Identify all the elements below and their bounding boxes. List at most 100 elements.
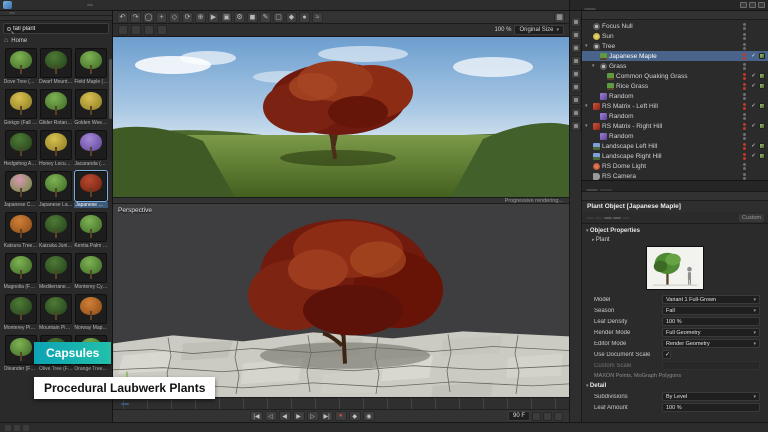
asset-filter-tab[interactable]	[30, 12, 36, 14]
material-tag-icon[interactable]	[759, 143, 765, 149]
transport-button[interactable]: ◀	[279, 411, 291, 421]
toolbar-button[interactable]: ≈	[312, 12, 323, 23]
toolbar-button[interactable]: ✎	[260, 12, 271, 23]
asset-thumbnail[interactable]	[5, 212, 37, 242]
toolbar-button[interactable]: ▣	[221, 12, 232, 23]
object-row[interactable]: RS Matrix - Left Hill	[582, 101, 768, 111]
asset-thumbnail[interactable]	[40, 294, 72, 324]
visibility-dots[interactable]	[743, 103, 746, 110]
transport-button[interactable]: ▷	[307, 411, 319, 421]
asset-filter-tab[interactable]	[9, 17, 15, 19]
mode-button[interactable]	[571, 108, 581, 118]
object-row[interactable]: Sun	[582, 31, 768, 41]
mode-button[interactable]	[571, 82, 581, 92]
custom-button[interactable]: Custom	[739, 214, 764, 222]
object-row[interactable]: Common Quaking Grass	[582, 71, 768, 81]
visibility-dots[interactable]	[743, 163, 746, 170]
mode-button[interactable]	[571, 56, 581, 66]
object-row[interactable]: RS Matrix - Right Hill	[582, 121, 768, 131]
object-row[interactable]: Rice Grass	[582, 81, 768, 91]
object-row[interactable]: Landscape Right Hill	[582, 151, 768, 161]
field-widget[interactable]: 100 %	[662, 317, 760, 326]
asset-item[interactable]: Monterey Pine (Fall Plant)	[4, 294, 37, 331]
field-widget[interactable]	[662, 350, 671, 359]
asset-thumbnail[interactable]	[5, 171, 37, 201]
render-region-icon[interactable]	[157, 25, 167, 35]
visibility-dots[interactable]	[743, 113, 746, 120]
asset-item[interactable]: Kentia Palm (Fall Plant)	[75, 212, 108, 249]
attribute-tab[interactable]	[600, 189, 612, 191]
toolbar-button[interactable]: ◯	[143, 12, 154, 23]
breadcrumb-label[interactable]: Home	[11, 38, 27, 44]
asset-item[interactable]: Honey Locust 'Sunburst' (Fall Plant)	[39, 130, 72, 167]
field-widget[interactable]: Variant 1 Full-Grown	[662, 295, 760, 304]
toolbar-button[interactable]: ◇	[169, 12, 180, 23]
asset-filter-tab[interactable]	[2, 17, 8, 19]
mode-button[interactable]	[571, 121, 581, 131]
record-position-icon[interactable]	[532, 412, 541, 421]
field-widget[interactable]: Fall	[662, 306, 760, 315]
asset-thumbnail[interactable]	[5, 89, 37, 119]
asset-item[interactable]: Norway Maple (Fall Plant)	[75, 294, 108, 331]
transport-button[interactable]: ◆	[349, 411, 361, 421]
visibility-dots[interactable]	[743, 93, 746, 100]
section-object-properties[interactable]: Object Properties	[586, 226, 764, 236]
field-widget[interactable]	[662, 361, 760, 370]
visibility-dots[interactable]	[743, 133, 746, 140]
mode-button[interactable]	[571, 95, 581, 105]
asset-item[interactable]: Japanese Camellia (Fall Plant)	[4, 171, 37, 208]
asset-thumbnail[interactable]	[75, 253, 107, 283]
expand-arrow-icon[interactable]	[592, 63, 598, 69]
asset-item[interactable]: Dwarf Mountain Pine (Fall Plant)	[39, 48, 72, 85]
viewport-label[interactable]: Perspective	[118, 207, 152, 214]
menu-item[interactable]	[123, 4, 129, 6]
transport-button[interactable]: ●	[335, 411, 347, 421]
asset-thumbnail[interactable]	[75, 294, 107, 324]
transport-button[interactable]: ▶	[293, 411, 305, 421]
mode-button[interactable]	[571, 17, 581, 27]
asset-item[interactable]: Jacaranda (Fall Plant)	[75, 130, 108, 167]
object-row[interactable]: Focus Null	[582, 21, 768, 31]
render-start-icon[interactable]	[118, 25, 128, 35]
toolbar-button[interactable]: ▢	[273, 12, 284, 23]
asset-filter-tab[interactable]	[37, 12, 43, 14]
plant-preview[interactable]	[646, 246, 704, 290]
enabled-check-icon[interactable]	[750, 103, 757, 109]
panel-divider[interactable]: Progressive rendering...	[113, 197, 569, 204]
mode-button[interactable]	[571, 69, 581, 79]
attribute-menu-item[interactable]	[596, 195, 602, 197]
visibility-dots[interactable]	[743, 73, 746, 80]
property-tab[interactable]	[613, 217, 621, 219]
render-aov-icon[interactable]	[144, 25, 154, 35]
asset-thumbnail[interactable]	[5, 294, 37, 324]
toolbar-button[interactable]: ↷	[130, 12, 141, 23]
object-row[interactable]: Random	[582, 111, 768, 121]
asset-item[interactable]: Japanese Maple (Fall Plant)	[75, 171, 108, 208]
attribute-tab[interactable]	[586, 189, 598, 191]
end-frame-field[interactable]: 90 F	[508, 411, 530, 421]
expand-arrow-icon[interactable]	[585, 103, 591, 109]
asset-thumbnail[interactable]	[75, 212, 107, 242]
mode-button[interactable]	[571, 43, 581, 53]
record-scale-icon[interactable]	[543, 412, 552, 421]
asset-thumbnail[interactable]	[40, 253, 72, 283]
asset-thumbnail[interactable]	[40, 48, 72, 78]
toolbar-button[interactable]: ↶	[117, 12, 128, 23]
plant-group-label[interactable]: Plant	[586, 236, 764, 244]
visibility-dots[interactable]	[743, 143, 746, 150]
object-row[interactable]: Japanese Maple	[582, 51, 768, 61]
visibility-dots[interactable]	[743, 153, 746, 160]
expand-arrow-icon[interactable]	[585, 43, 591, 49]
object-row[interactable]: Landscape Left Hill	[582, 141, 768, 151]
property-tab[interactable]	[622, 217, 630, 219]
record-rotation-icon[interactable]	[554, 412, 563, 421]
asset-thumbnail[interactable]	[40, 130, 72, 160]
visibility-dots[interactable]	[743, 173, 746, 180]
visibility-dots[interactable]	[743, 83, 746, 90]
material-tag-icon[interactable]	[759, 83, 765, 89]
asset-item[interactable]: Mountain Pine (Fall Plant)	[39, 294, 72, 331]
layout-icon[interactable]	[740, 2, 747, 8]
material-tag-icon[interactable]	[759, 103, 765, 109]
attribute-menu-item[interactable]	[605, 195, 611, 197]
asset-thumbnail[interactable]	[75, 89, 107, 119]
